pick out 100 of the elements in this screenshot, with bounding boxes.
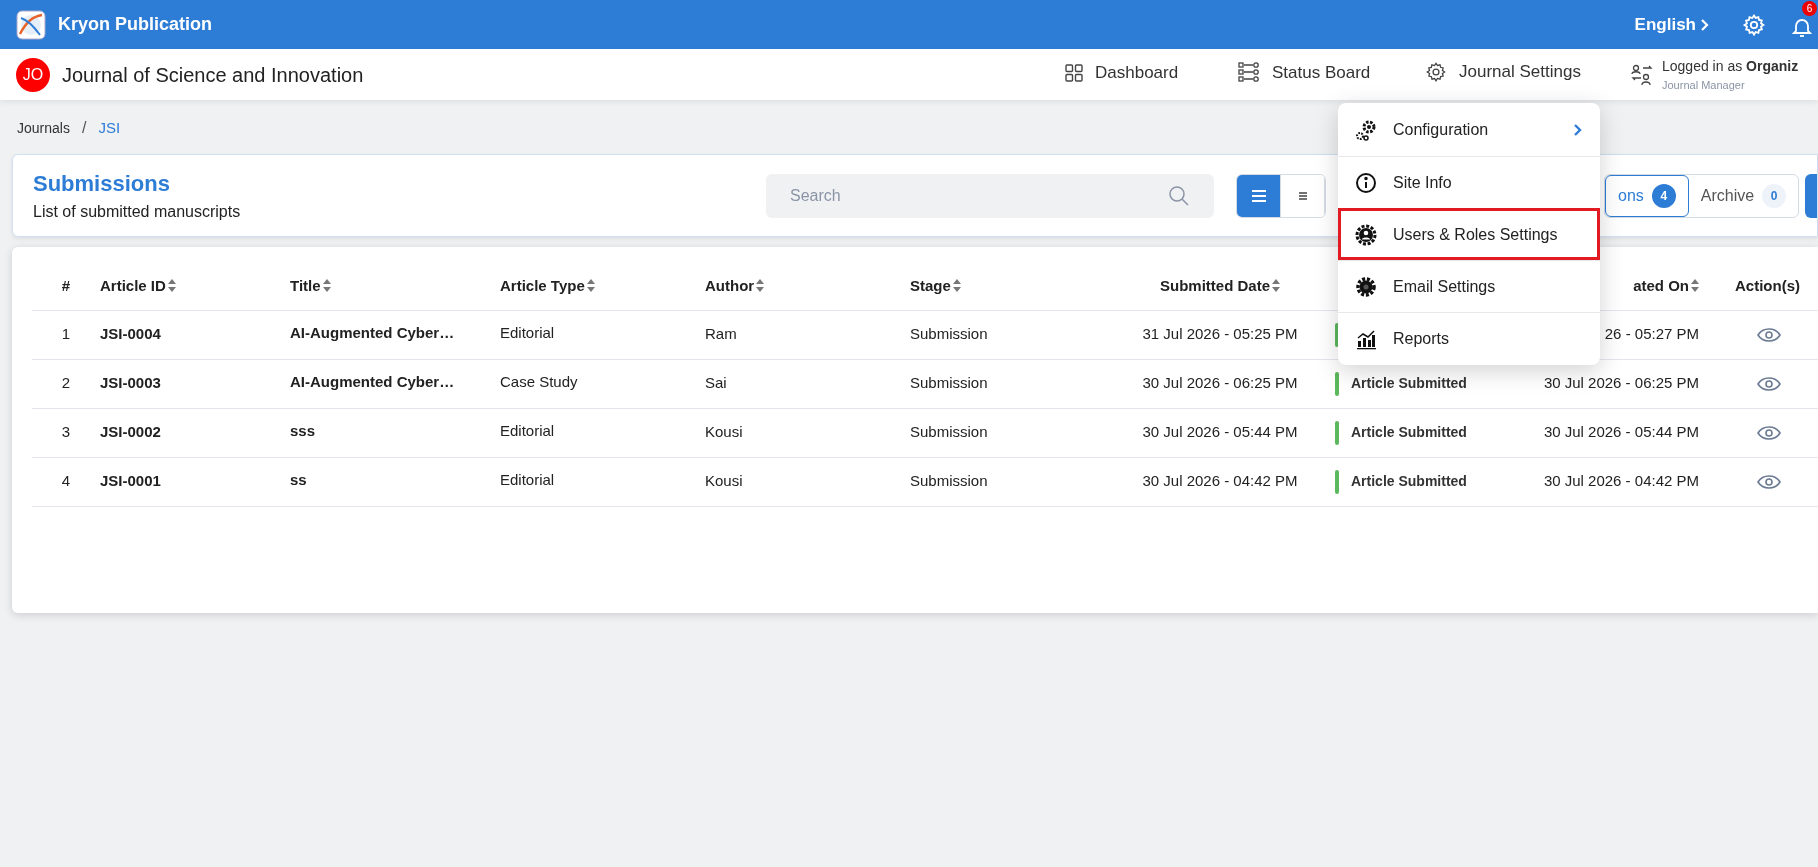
table-cell: 1 <box>61 325 71 343</box>
table-cell: 30 Jul 2026 - 06:25 PM <box>1543 374 1699 392</box>
column-header: Action(s) <box>1735 277 1800 294</box>
breadcrumb-link[interactable]: JSI <box>98 116 121 140</box>
flow-icon <box>1238 62 1260 83</box>
menu-label: Users & Roles Settings <box>1393 224 1559 245</box>
view-toggle[interactable] <box>1237 174 1281 217</box>
app-title: Kryon Publication <box>58 13 212 36</box>
menu-item[interactable]: Reports <box>1338 312 1600 364</box>
sort-icon[interactable] <box>756 279 765 292</box>
table-cell: Submission <box>910 423 988 441</box>
column-header: Author <box>705 277 755 294</box>
sort-icon[interactable] <box>167 279 176 292</box>
table-cell: 2 <box>61 374 71 392</box>
logged-in-text: Logged in as Organiz <box>1662 56 1799 76</box>
table-cell: Submission <box>910 472 988 490</box>
page-subtitle: List of submitted manuscripts <box>33 202 242 222</box>
table-cell: Case Study <box>500 372 578 390</box>
menu-item[interactable]: Configuration <box>1338 104 1600 156</box>
column-header: Title <box>290 277 321 294</box>
toolbar-button[interactable] <box>1805 173 1817 218</box>
search-icon <box>1168 184 1190 207</box>
user-gear-icon <box>1355 223 1377 246</box>
nav-link[interactable]: Dashboard <box>1065 60 1179 86</box>
menu-item[interactable]: Site Info <box>1338 156 1600 208</box>
table-cell: Submission <box>910 374 988 392</box>
table-cell: JSI-0001 <box>100 472 161 490</box>
table-cell: 30 Jul 2026 - 06:25 PM <box>1142 374 1298 392</box>
search-field[interactable]: Search <box>766 173 1214 218</box>
bell-icon[interactable] <box>1792 17 1812 37</box>
compact-list-icon <box>1296 189 1309 202</box>
table-cell: 26 - 05:27 PM <box>1604 325 1699 343</box>
table-cell: 4 <box>61 472 71 490</box>
table-cell: Submission <box>910 325 988 343</box>
table-cell: sss <box>290 421 316 439</box>
menu-item[interactable]: Email Settings <box>1338 260 1600 312</box>
page-title: Submissions <box>33 170 171 198</box>
sort-icon[interactable] <box>1691 279 1699 292</box>
table-cell: Editorial <box>500 323 555 341</box>
chevron-icon <box>1700 18 1710 31</box>
status-bar <box>1335 371 1339 396</box>
breadcrumb-separator: / <box>81 118 87 138</box>
column-header: # <box>61 277 71 294</box>
view-icon[interactable] <box>1757 375 1781 392</box>
column-header: Article ID <box>100 277 166 294</box>
journal-avatar: JO <box>16 57 50 92</box>
table-cell: AI-Augmented Cyber… <box>290 372 455 390</box>
info-icon <box>1355 171 1377 194</box>
menu-label: Email Settings <box>1393 276 1497 297</box>
status-bar <box>1335 469 1339 494</box>
table-cell: JSI-0002 <box>100 423 161 441</box>
settings-icon <box>1425 60 1447 83</box>
table-cell: JSI-0004 <box>100 325 161 343</box>
status-tab[interactable]: Archive 0 <box>1688 174 1799 217</box>
menu-label: Reports <box>1393 328 1451 349</box>
column-header: Stage <box>910 277 951 294</box>
sort-icon[interactable] <box>1272 279 1280 292</box>
settings-icon[interactable] <box>1742 12 1766 37</box>
gear-icon <box>1355 275 1377 298</box>
status-tab[interactable]: ons 4 <box>1605 174 1689 217</box>
logo-icon <box>16 9 46 40</box>
status-label: Article Submitted <box>1351 423 1467 442</box>
table-cell: ss <box>290 470 307 488</box>
view-icon[interactable] <box>1757 473 1781 490</box>
sort-icon[interactable] <box>952 279 961 292</box>
nav-link[interactable]: Journal Settings <box>1425 59 1581 85</box>
count-badge: 0 <box>1762 183 1787 208</box>
table-cell: 31 Jul 2026 - 05:25 PM <box>1142 325 1298 343</box>
table-cell: Kousi <box>705 423 743 441</box>
column-header: Submitted Date <box>1160 277 1270 294</box>
table-cell: 30 Jul 2026 - 04:42 PM <box>1142 472 1298 490</box>
list-icon <box>1249 187 1268 204</box>
menu-label: Site Info <box>1393 172 1453 193</box>
sort-icon[interactable] <box>586 279 595 292</box>
menu-label: Configuration <box>1393 120 1490 140</box>
view-icon[interactable] <box>1757 424 1781 441</box>
table-cell: 30 Jul 2026 - 05:44 PM <box>1543 423 1699 441</box>
status-bar <box>1335 420 1339 445</box>
sort-icon[interactable] <box>322 279 331 292</box>
table-cell: Kousi <box>705 472 743 490</box>
chart-icon <box>1355 327 1377 350</box>
gears-icon <box>1355 119 1377 141</box>
table-cell: Editorial <box>500 421 555 439</box>
count-badge: 4 <box>1651 183 1676 208</box>
table-cell: Sai <box>705 374 727 392</box>
status-label: Article Submitted <box>1351 472 1467 491</box>
menu-item[interactable]: Users & Roles Settings <box>1338 208 1600 260</box>
grid-icon <box>1065 63 1083 82</box>
nav-link[interactable]: Status Board <box>1238 59 1371 86</box>
user-role: Journal Manager <box>1662 77 1746 93</box>
column-header: Article Type <box>500 277 585 294</box>
table-cell: 30 Jul 2026 - 04:42 PM <box>1543 472 1699 490</box>
table-cell: Ram <box>705 325 737 343</box>
language-selector[interactable]: English <box>1634 11 1710 38</box>
journal-title: Journal of Science and Innovation <box>62 62 364 88</box>
users-swap-icon <box>1630 62 1654 87</box>
breadcrumb-link[interactable]: Journals <box>17 117 70 139</box>
table-cell: AI-Augmented Cyber… <box>290 323 455 341</box>
table-cell: Editorial <box>500 470 555 488</box>
view-icon[interactable] <box>1757 326 1781 343</box>
